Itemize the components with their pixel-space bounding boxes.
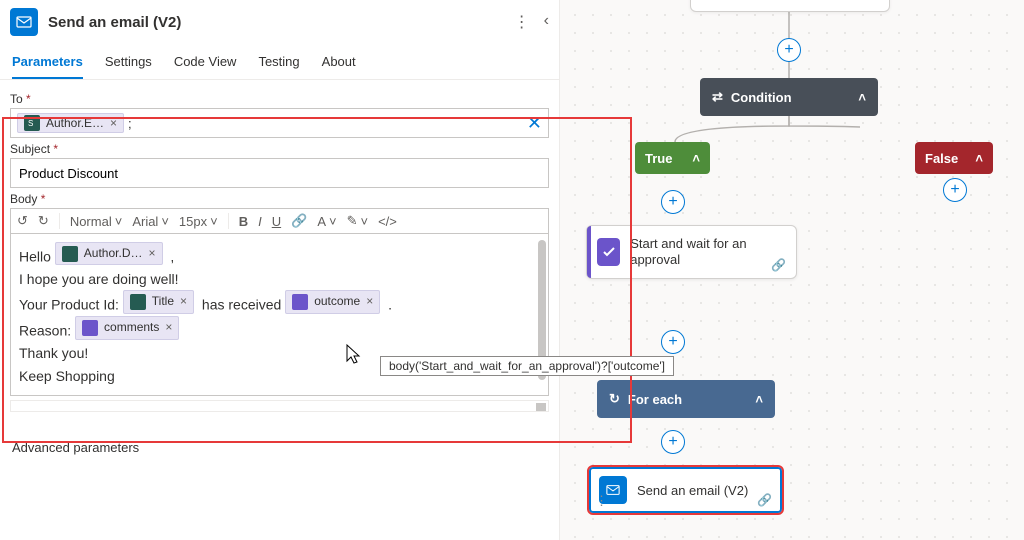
remove-pill-icon[interactable]: × bbox=[366, 292, 373, 311]
link-icon: 🔗 bbox=[757, 493, 772, 507]
more-icon[interactable]: ⋮ bbox=[595, 493, 608, 509]
body-pill-author-name[interactable]: Author.D… × bbox=[55, 242, 163, 265]
tab-about[interactable]: About bbox=[322, 54, 356, 79]
font-dropdown[interactable]: Arial ˅ bbox=[132, 214, 169, 229]
highlight-button[interactable]: ✎ ˅ bbox=[347, 213, 369, 229]
size-dropdown[interactable]: 15px ˅ bbox=[179, 214, 218, 229]
body-label: Body * bbox=[10, 192, 549, 206]
link-icon: 🔗 bbox=[771, 258, 786, 272]
config-panel: Send an email (V2) ⋮ ‹ Parameters Settin… bbox=[0, 0, 560, 540]
outlook-icon bbox=[10, 8, 38, 36]
to-label: To * bbox=[10, 92, 549, 106]
body-pill-outcome[interactable]: outcome × bbox=[285, 290, 380, 313]
panel-header: Send an email (V2) ⋮ ‹ bbox=[0, 0, 559, 44]
code-view-button[interactable]: </> bbox=[378, 214, 397, 229]
add-step-button[interactable]: + bbox=[661, 190, 685, 214]
expression-tooltip: body('Start_and_wait_for_an_approval')?[… bbox=[380, 356, 674, 376]
body-pill-title[interactable]: Title × bbox=[123, 290, 194, 313]
approval-icon bbox=[82, 320, 98, 336]
chevron-up-icon[interactable]: ˄ bbox=[975, 151, 983, 166]
condition-node[interactable]: ⇄ Condition ˄ bbox=[700, 78, 878, 116]
subject-label: Subject * bbox=[10, 142, 549, 156]
body-scrollbar-h[interactable] bbox=[10, 400, 549, 412]
italic-button[interactable]: I bbox=[258, 214, 262, 229]
chevron-up-icon[interactable]: ˄ bbox=[692, 151, 700, 166]
chevron-down-icon: ˅ bbox=[115, 214, 123, 229]
subject-field[interactable] bbox=[17, 162, 542, 185]
font-color-button[interactable]: A ˅ bbox=[317, 214, 336, 229]
add-step-button[interactable]: + bbox=[661, 330, 685, 354]
remove-pill-icon[interactable]: × bbox=[110, 116, 117, 130]
to-pill-author-email[interactable]: S Author.E… × bbox=[17, 113, 124, 133]
approval-icon bbox=[597, 238, 620, 266]
underline-button[interactable]: U bbox=[272, 214, 281, 229]
send-email-node[interactable]: Send an email (V2) 🔗 ⋮ bbox=[587, 465, 784, 515]
panel-title: Send an email (V2) bbox=[48, 14, 514, 31]
previous-node[interactable] bbox=[690, 0, 890, 12]
tab-parameters[interactable]: Parameters bbox=[12, 54, 83, 79]
redo-button[interactable]: ↻ bbox=[38, 213, 49, 229]
link-button[interactable]: 🔗 bbox=[291, 213, 307, 229]
sharepoint-icon bbox=[62, 246, 78, 262]
body-line: I hope you are doing well! bbox=[19, 268, 540, 290]
to-input[interactable]: S Author.E… × ; ✕ bbox=[10, 108, 549, 138]
chevron-up-icon[interactable]: ˄ bbox=[755, 392, 763, 407]
collapse-icon[interactable]: ‹ bbox=[544, 12, 549, 32]
false-branch[interactable]: False ˄ bbox=[915, 142, 993, 174]
remove-pill-icon[interactable]: × bbox=[180, 292, 187, 311]
clear-to-icon[interactable]: ✕ bbox=[527, 113, 542, 134]
rich-text-toolbar: ↺ ↻ Normal ˅ Arial ˅ 15px ˅ B I U 🔗 A ˅ … bbox=[10, 208, 549, 233]
add-step-button[interactable]: + bbox=[777, 38, 801, 62]
true-branch[interactable]: True ˄ bbox=[635, 142, 710, 174]
cursor-icon bbox=[345, 343, 363, 368]
more-icon[interactable]: ⋮ bbox=[514, 12, 530, 32]
chevron-down-icon: ˅ bbox=[210, 214, 218, 229]
remove-pill-icon[interactable]: × bbox=[165, 318, 172, 337]
for-each-node[interactable]: ↻ For each ˄ bbox=[597, 380, 775, 418]
body-pill-comments[interactable]: comments × bbox=[75, 316, 179, 339]
chevron-down-icon: ˅ bbox=[329, 214, 337, 229]
advanced-parameters-label[interactable]: Advanced parameters bbox=[0, 420, 559, 455]
remove-pill-icon[interactable]: × bbox=[149, 244, 156, 263]
style-dropdown[interactable]: Normal ˅ bbox=[70, 214, 123, 229]
flow-canvas[interactable]: + ⇄ Condition ˄ True ˄ False ˄ + + Start… bbox=[560, 0, 1024, 540]
bold-button[interactable]: B bbox=[239, 214, 248, 229]
svg-text:S: S bbox=[28, 119, 33, 128]
sharepoint-icon: S bbox=[24, 115, 40, 131]
sharepoint-icon bbox=[130, 294, 146, 310]
connectors bbox=[560, 0, 860, 150]
chevron-down-icon: ˅ bbox=[161, 214, 169, 229]
approval-icon bbox=[292, 294, 308, 310]
add-step-button[interactable]: + bbox=[943, 178, 967, 202]
chevron-down-icon: ˅ bbox=[360, 214, 368, 229]
undo-button[interactable]: ↺ bbox=[17, 213, 28, 229]
body-scrollbar[interactable] bbox=[538, 240, 546, 355]
tab-testing[interactable]: Testing bbox=[258, 54, 299, 79]
chevron-up-icon[interactable]: ˄ bbox=[858, 90, 866, 105]
tabs: Parameters Settings Code View Testing Ab… bbox=[0, 44, 559, 80]
add-step-button[interactable]: + bbox=[661, 430, 685, 454]
tab-settings[interactable]: Settings bbox=[105, 54, 152, 79]
tab-code-view[interactable]: Code View bbox=[174, 54, 237, 79]
condition-icon: ⇄ bbox=[712, 89, 723, 105]
to-separator: ; bbox=[128, 116, 132, 131]
subject-input[interactable] bbox=[10, 158, 549, 188]
loop-icon: ↻ bbox=[609, 391, 620, 407]
approval-node[interactable]: Start and wait for an approval 🔗 bbox=[586, 225, 797, 279]
